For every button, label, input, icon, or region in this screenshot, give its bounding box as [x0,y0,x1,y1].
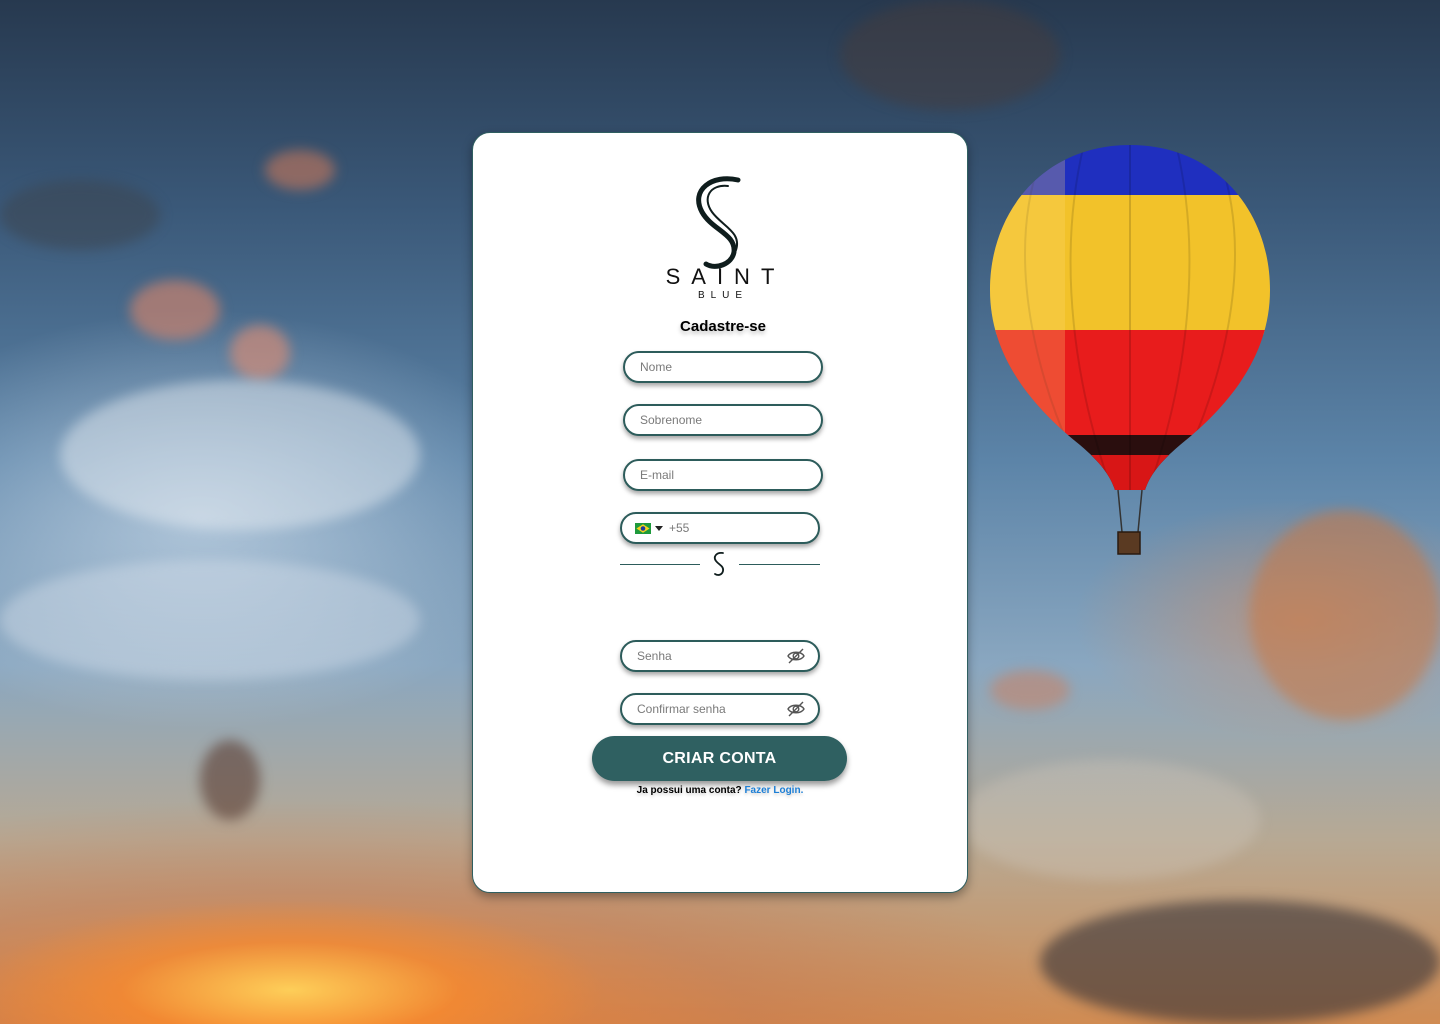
cloud-shape [960,760,1260,880]
login-prompt: Ja possui uma conta? Fazer Login. [600,785,840,796]
login-link[interactable]: Fazer Login. [744,785,803,796]
last-name-field[interactable] [623,404,823,436]
page-title: Cadastre-se [680,318,766,335]
password-field[interactable] [620,640,820,672]
cloud-shape [60,380,420,530]
cloud-shape [840,0,1060,110]
last-name-input[interactable] [640,406,810,434]
caret-down-icon[interactable] [655,526,663,531]
first-name-field[interactable] [623,351,823,383]
cloud-shape [0,180,160,250]
phone-input[interactable] [669,514,809,542]
cloud-shape [130,280,220,340]
create-account-button[interactable]: CRIAR CONTA [592,736,847,781]
password-input[interactable] [637,642,777,670]
brand-subtitle: BLUE [697,290,749,301]
cloud-shape [200,740,260,820]
cloud-shape [265,150,335,190]
cloud-shape [990,670,1070,710]
phone-field[interactable] [620,512,820,544]
confirm-password-input[interactable] [637,695,777,723]
divider-line-left [620,564,700,565]
confirm-password-field[interactable] [620,693,820,725]
email-field[interactable] [623,459,823,491]
cloud-shape [230,325,290,380]
eye-off-icon[interactable] [786,700,806,718]
divider-line-right [739,564,820,565]
first-name-input[interactable] [640,353,810,381]
brazil-flag-icon[interactable] [635,523,651,534]
email-input[interactable] [640,461,810,489]
login-prompt-text: Ja possui uma conta? [636,785,742,796]
saint-logo-icon [713,551,725,576]
hot-air-balloon-image [990,145,1270,555]
cloud-shape [1250,510,1440,720]
brand-name: SAINT [665,264,786,289]
cloud-shape [1040,900,1440,1024]
cloud-shape [0,560,420,680]
eye-off-icon[interactable] [786,647,806,665]
